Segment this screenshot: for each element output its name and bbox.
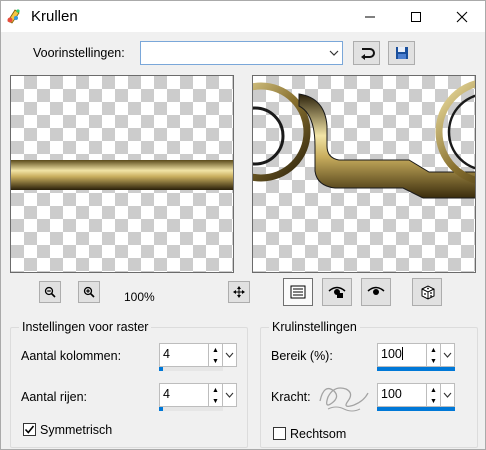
symmetric-checkbox[interactable] — [23, 423, 36, 436]
zoom-out-icon — [44, 286, 56, 298]
symmetric-label[interactable]: Symmetrisch — [40, 423, 112, 437]
strength-spinner[interactable]: 100 ▲ ▼ — [377, 383, 455, 411]
pan-button[interactable] — [228, 281, 250, 303]
zoom-level: 100% — [124, 290, 155, 304]
columns-label: Aantal kolommen: — [21, 349, 122, 363]
raster-settings-group: Instellingen voor raster Aantal kolommen… — [10, 320, 248, 448]
show-original-icon — [328, 286, 346, 298]
range-spinner[interactable]: 100 ▲ ▼ — [377, 343, 455, 371]
strength-input[interactable]: 100 — [377, 383, 427, 407]
presets-label: Voorinstellingen: — [33, 46, 125, 60]
original-preview[interactable] — [10, 75, 234, 273]
chevron-down-icon — [225, 392, 234, 398]
columns-stepper[interactable]: ▲ ▼ — [209, 343, 223, 367]
caret-down-icon[interactable]: ▼ — [429, 356, 438, 366]
result-preview[interactable] — [252, 75, 476, 273]
caret-up-icon[interactable]: ▲ — [211, 345, 220, 355]
show-preview-button[interactable] — [361, 278, 391, 306]
minimize-icon — [365, 16, 375, 17]
randomize-button[interactable] — [412, 278, 442, 306]
chevron-down-icon — [443, 352, 452, 358]
signature-watermark — [319, 387, 369, 412]
floppy-save-icon — [395, 47, 408, 59]
close-icon — [456, 11, 468, 22]
move-arrows-icon — [233, 286, 245, 298]
strength-dropdown-button[interactable] — [441, 383, 455, 407]
rows-input[interactable]: 4 — [159, 383, 209, 407]
rows-spinner[interactable]: 4 ▲ ▼ — [159, 383, 237, 411]
range-label: Bereik (%): — [271, 349, 333, 363]
minimize-button[interactable] — [347, 1, 393, 32]
strength-stepper[interactable]: ▲ ▼ — [427, 383, 441, 407]
title-bar[interactable]: Krullen — [1, 1, 485, 32]
range-input[interactable]: 100 — [377, 343, 427, 367]
caret-down-icon[interactable]: ▼ — [211, 356, 220, 366]
show-original-button[interactable] — [322, 278, 352, 306]
show-preview-icon — [367, 286, 385, 295]
raster-settings-title: Instellingen voor raster — [19, 320, 152, 334]
caret-down-icon[interactable]: ▼ — [429, 396, 438, 406]
columns-dropdown-button[interactable] — [223, 343, 237, 367]
caret-up-icon[interactable]: ▲ — [211, 385, 220, 395]
chevron-down-icon — [443, 392, 452, 398]
randomize-dice-icon — [421, 285, 435, 300]
curl-settings-title: Krulinstellingen — [269, 320, 360, 334]
columns-spinner[interactable]: 4 ▲ ▼ — [159, 343, 237, 371]
strength-slider[interactable] — [377, 407, 455, 411]
curls-result-image — [253, 80, 475, 199]
caret-up-icon[interactable]: ▲ — [429, 385, 438, 395]
rows-stepper[interactable]: ▲ ▼ — [209, 383, 223, 407]
maximize-icon — [411, 11, 421, 22]
window-title: Krullen — [31, 8, 78, 25]
caret-up-icon[interactable]: ▲ — [429, 345, 438, 355]
clockwise-checkbox[interactable] — [273, 427, 286, 440]
clockwise-label[interactable]: Rechtsom — [290, 427, 346, 441]
curls-dialog: Krullen Voorinstellingen: 100% Instellin… — [0, 0, 486, 450]
zoom-in-icon — [83, 286, 95, 298]
range-dropdown-button[interactable] — [441, 343, 455, 367]
reset-preset-button[interactable] — [353, 41, 380, 65]
reset-arrow-icon — [360, 48, 375, 60]
paint-app-icon — [5, 7, 23, 25]
strength-label: Kracht: — [271, 390, 311, 404]
chevron-down-icon — [326, 42, 342, 64]
properties-icon — [290, 285, 306, 299]
rows-label: Aantal rijen: — [21, 390, 88, 404]
checkmark-icon — [24, 425, 35, 434]
range-slider[interactable] — [377, 367, 455, 371]
columns-slider[interactable] — [159, 367, 223, 371]
properties-view-button[interactable] — [283, 278, 313, 306]
original-image — [11, 160, 233, 190]
rows-dropdown-button[interactable] — [223, 383, 237, 407]
maximize-button[interactable] — [393, 1, 439, 32]
save-preset-button[interactable] — [388, 41, 415, 65]
close-button[interactable] — [439, 1, 485, 32]
columns-input[interactable]: 4 — [159, 343, 209, 367]
rows-slider[interactable] — [159, 407, 223, 411]
zoom-out-button[interactable] — [39, 281, 61, 303]
presets-dropdown[interactable] — [140, 41, 343, 65]
chevron-down-icon — [225, 352, 234, 358]
caret-down-icon[interactable]: ▼ — [211, 396, 220, 406]
zoom-in-button[interactable] — [78, 281, 100, 303]
range-stepper[interactable]: ▲ ▼ — [427, 343, 441, 367]
